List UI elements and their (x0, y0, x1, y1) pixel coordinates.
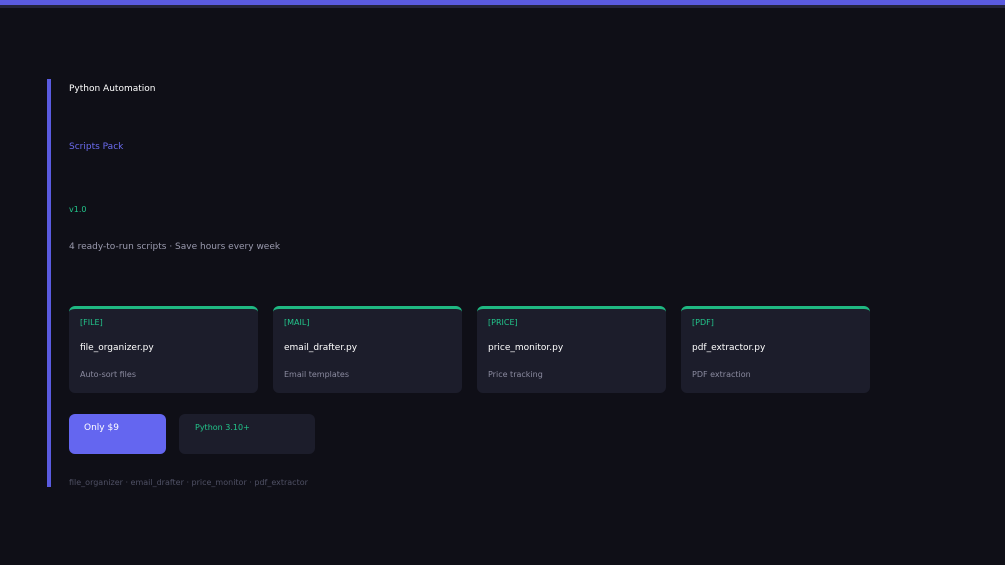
python-version-label: Python 3.10+ (195, 423, 250, 432)
card-description: Auto-sort files (80, 370, 136, 379)
card-script-name: file_organizer.py (80, 343, 154, 353)
python-version-badge: Python 3.10+ (179, 414, 315, 454)
card-description: Price tracking (488, 370, 543, 379)
card-description: Email templates (284, 370, 350, 379)
card-tag: [MAIL] (284, 318, 310, 327)
card-script-name: price_monitor.py (488, 343, 564, 353)
price-label: Only $9 (84, 423, 119, 433)
footer-script-list: file_organizer · email_drafter · price_m… (69, 478, 308, 487)
page-subtitle: Scripts Pack (69, 142, 124, 152)
page-title: Python Automation (69, 84, 156, 94)
tagline: 4 ready-to-run scripts · Save hours ever… (69, 242, 281, 252)
card-tag: [FILE] (80, 318, 103, 327)
left-accent-rule (47, 79, 51, 487)
top-bar-shadow (0, 5, 1005, 8)
script-card-mail[interactable]: [MAIL] email_drafter.py Email templates (273, 306, 462, 393)
script-card-pdf[interactable]: [PDF] pdf_extractor.py PDF extraction (681, 306, 870, 393)
version-label: v1.0 (69, 205, 87, 214)
card-script-name: email_drafter.py (284, 343, 358, 353)
card-description: PDF extraction (692, 370, 751, 379)
price-button[interactable]: Only $9 (69, 414, 166, 454)
card-tag: [PRICE] (488, 318, 518, 327)
script-card-price[interactable]: [PRICE] price_monitor.py Price tracking (477, 306, 666, 393)
card-script-name: pdf_extractor.py (692, 343, 766, 353)
card-tag: [PDF] (692, 318, 714, 327)
script-card-file[interactable]: [FILE] file_organizer.py Auto-sort files (69, 306, 258, 393)
